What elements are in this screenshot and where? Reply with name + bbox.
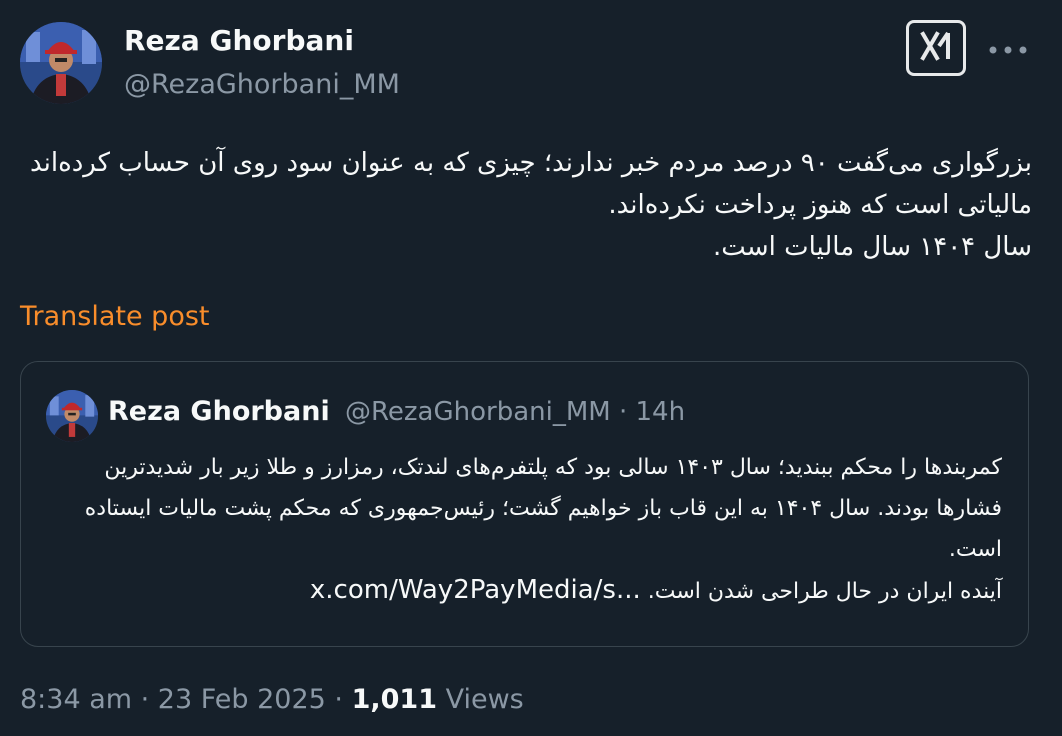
more-horizontal-icon xyxy=(988,40,1028,59)
tweet-timestamp[interactable]: 8:34 am · 23 Feb 2025 · xyxy=(20,684,352,715)
quoted-author-avatar[interactable] xyxy=(46,390,98,442)
author-name[interactable]: Reza Ghorbani xyxy=(124,24,354,57)
views-label: Views xyxy=(437,684,524,715)
quoted-tweet-link[interactable]: x.com/Way2PayMedia/s... xyxy=(310,575,641,605)
quoted-tweet-text: کمربندها را محکم ببندید؛ سال ۱۴۰۳ سالی ب… xyxy=(46,447,1002,612)
grok-icon xyxy=(919,30,953,66)
tweet-meta: 8:34 am · 23 Feb 2025 · 1,011 Views xyxy=(20,684,524,715)
quoted-author-handle-time: @RezaGhorbani_MM · 14h xyxy=(345,397,686,427)
quoted-tweet-card[interactable]: Reza Ghorbani @RezaGhorbani_MM · 14h کمر… xyxy=(20,361,1029,647)
tweet-text: بزرگواری می‌گفت ۹۰ درصد مردم خبر ندارند؛… xyxy=(29,148,1032,262)
quoted-author-name: Reza Ghorbani xyxy=(108,396,330,427)
views-count: 1,011 xyxy=(351,684,437,715)
translate-post-link[interactable]: Translate post xyxy=(20,301,210,332)
author-handle[interactable]: @RezaGhorbani_MM xyxy=(124,69,400,100)
author-avatar[interactable] xyxy=(20,22,102,104)
more-options-button[interactable] xyxy=(986,34,1030,64)
grok-button[interactable] xyxy=(906,20,966,76)
